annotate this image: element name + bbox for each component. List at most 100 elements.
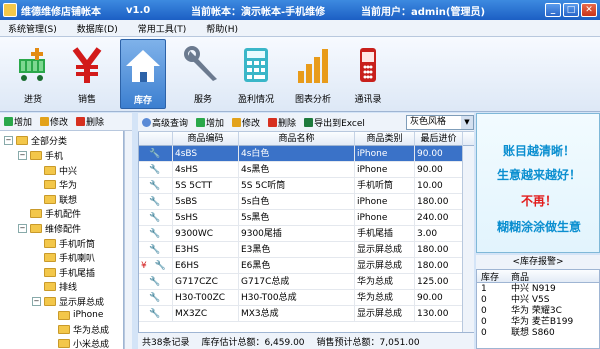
goods-table: 商品编码 商品名称 商品类别 最后进价 🔧 4sBS 4s白色 iPhone 90.00… <box>138 132 474 332</box>
style-select[interactable]: 灰色风格 ▼ <box>406 115 474 130</box>
tree-item[interactable]: 华为总成 <box>58 322 109 336</box>
cell-price: 90.00 <box>415 146 463 162</box>
advanced-search-button[interactable]: 高级查询 <box>140 116 190 129</box>
cell-name: 5S 5C听筒 <box>239 178 355 194</box>
delete-icon <box>76 117 86 126</box>
stock-total: 库存估计总额：6,459.00 <box>201 337 305 348</box>
wrench-icon: 🔧 <box>139 290 173 306</box>
service-button[interactable]: 服务 <box>180 39 226 109</box>
app-icon <box>3 3 17 17</box>
goods-add-button[interactable]: 增加 <box>194 116 226 129</box>
tree-item[interactable]: iPhone <box>58 308 103 322</box>
table-row[interactable]: 🔧 9300WC 9300尾插 手机尾插 3.00 <box>139 226 463 242</box>
folder-icon <box>30 150 42 160</box>
tree-item[interactable]: 中兴 <box>44 163 77 177</box>
menu-tools[interactable]: 常用工具(T) <box>138 22 187 35</box>
tree-item[interactable]: − 维修配件 <box>18 221 81 235</box>
purchase-button[interactable]: 进货 <box>10 39 56 109</box>
table-row[interactable]: 🔧 E3HS E3黑色 显示屏总成 180.00 <box>139 242 463 258</box>
folder-icon <box>44 252 56 262</box>
tree-item[interactable]: 联想 <box>44 192 77 206</box>
cell-name: E6黑色 <box>239 258 355 274</box>
contacts-button[interactable]: 通讯录 <box>345 39 391 109</box>
tree-item[interactable]: − 手机 <box>18 148 63 162</box>
stock-alert-row[interactable]: 0 华为 麦芒B199 <box>477 317 599 328</box>
cell-name: MX3总成 <box>239 306 355 322</box>
table-row[interactable]: 🔧 4sHS 4s黑色 iPhone 90.00 <box>139 162 463 178</box>
cell-name: 5s白色 <box>239 194 355 210</box>
category-add-button[interactable]: 增加 <box>2 115 34 128</box>
tree-item[interactable]: 手机尾插 <box>44 265 95 279</box>
header-code[interactable]: 商品编码 <box>173 132 239 146</box>
header-goods: 商品 <box>511 273 530 283</box>
folder-icon <box>58 310 70 320</box>
menu-system[interactable]: 系统管理(S) <box>8 22 57 35</box>
table-row[interactable]: 🔧 MX3ZC MX3总成 显示屏总成 130.00 <box>139 306 463 322</box>
edit-icon <box>232 117 242 127</box>
cell-code: 5sHS <box>173 210 239 226</box>
cell-name: 4s黑色 <box>239 162 355 178</box>
add-icon <box>4 117 13 126</box>
tree-item[interactable]: 华为 <box>44 177 77 191</box>
wrench-icon: 🔧 <box>139 210 173 226</box>
cell-name: H30-T00总成 <box>239 290 355 306</box>
table-row[interactable]: 🔧 5S 5CTT 5S 5C听筒 手机听筒 10.00 <box>139 178 463 194</box>
alert-goods: 华为 荣耀3C <box>511 306 562 316</box>
cell-category: 华为总成 <box>355 274 415 290</box>
table-row[interactable]: 🔧 4sBS 4s白色 iPhone 90.00 <box>139 146 463 162</box>
tree-item[interactable]: 排线 <box>44 279 77 293</box>
goods-delete-button[interactable]: 删除 <box>266 116 298 129</box>
category-delete-button[interactable]: 删除 <box>74 115 106 128</box>
header-last-price[interactable]: 最后进价 <box>415 132 463 146</box>
close-button[interactable]: ✕ <box>581 3 597 17</box>
export-excel-button[interactable]: 导出到Excel <box>302 116 367 129</box>
stock-alert-row[interactable]: 1 中兴 N919 <box>477 284 599 295</box>
tree-item[interactable]: − 显示屏总成 <box>32 294 104 308</box>
tree-item[interactable]: 手机听筒 <box>44 236 95 250</box>
cell-category: iPhone <box>355 210 415 226</box>
cell-name: 5s黑色 <box>239 210 355 226</box>
header-category[interactable]: 商品类别 <box>355 132 415 146</box>
tree-item[interactable]: 手机配件 <box>30 206 81 220</box>
ad-line: 糊糊涂涂做生意 <box>496 220 581 234</box>
stock-alert-header: 库存 商品 <box>477 270 599 283</box>
stock-alert-row[interactable]: 0 中兴 V5S <box>477 295 599 306</box>
menu-help[interactable]: 帮助(H) <box>206 22 238 35</box>
sales-label: 销售 <box>77 95 96 105</box>
tree-scrollbar[interactable] <box>124 131 132 349</box>
table-row[interactable]: 🔧 G717CZC G717C总成 华为总成 125.00 <box>139 274 463 290</box>
goods-edit-button[interactable]: 修改 <box>230 116 262 129</box>
excel-icon <box>304 117 314 127</box>
stock-alert-row[interactable]: 0 华为 荣耀3C <box>477 306 599 317</box>
search-icon <box>142 117 151 127</box>
tree-item[interactable]: 小米总成 <box>58 336 109 349</box>
table-row[interactable]: ¥ 🔧 E6HS E6黑色 显示屏总成 180.00 <box>139 258 463 274</box>
app-title: 维德维修店铺帐本 <box>21 6 101 18</box>
title-bar: 维德维修店铺帐本 v1.0 当前帐本：演示帐本-手机维修 当前用户：admin(… <box>0 0 600 20</box>
table-row[interactable]: 🔧 H30-T00ZC H30-T00总成 华为总成 90.00 <box>139 290 463 306</box>
cell-code: MX3ZC <box>173 306 239 322</box>
tree-item-all[interactable]: − 全部分类 <box>4 133 67 147</box>
cell-code: H30-T00ZC <box>173 290 239 306</box>
header-name[interactable]: 商品名称 <box>239 132 355 146</box>
category-edit-button[interactable]: 修改 <box>38 115 70 128</box>
edit-icon <box>40 117 50 126</box>
table-row[interactable]: 🔧 5sHS 5s黑色 iPhone 240.00 <box>139 210 463 226</box>
table-scrollbar[interactable] <box>462 146 474 332</box>
sales-button[interactable]: 销售 <box>64 39 110 109</box>
menu-bar: 系统管理(S) 数据库(D) 常用工具(T) 帮助(H) <box>0 20 600 37</box>
inventory-button[interactable]: 库存 <box>120 39 166 109</box>
table-row[interactable]: 🔧 5sBS 5s白色 iPhone 180.00 <box>139 194 463 210</box>
folder-icon <box>16 135 28 145</box>
cell-price: 180.00 <box>415 194 463 210</box>
profit-button[interactable]: 盈利情况 <box>233 39 279 109</box>
tree-item[interactable]: 手机喇叭 <box>44 250 95 264</box>
wrench-icon: 🔧 <box>139 178 173 194</box>
stock-alert-row[interactable]: 0 联想 S860 <box>477 328 599 339</box>
folder-icon <box>58 338 70 348</box>
maximize-button[interactable]: □ <box>563 3 579 17</box>
minimize-button[interactable]: _ <box>545 3 561 17</box>
chart-analysis-button[interactable]: 图表分析 <box>290 39 336 109</box>
menu-database[interactable]: 数据库(D) <box>77 22 118 35</box>
folder-icon <box>44 296 56 306</box>
